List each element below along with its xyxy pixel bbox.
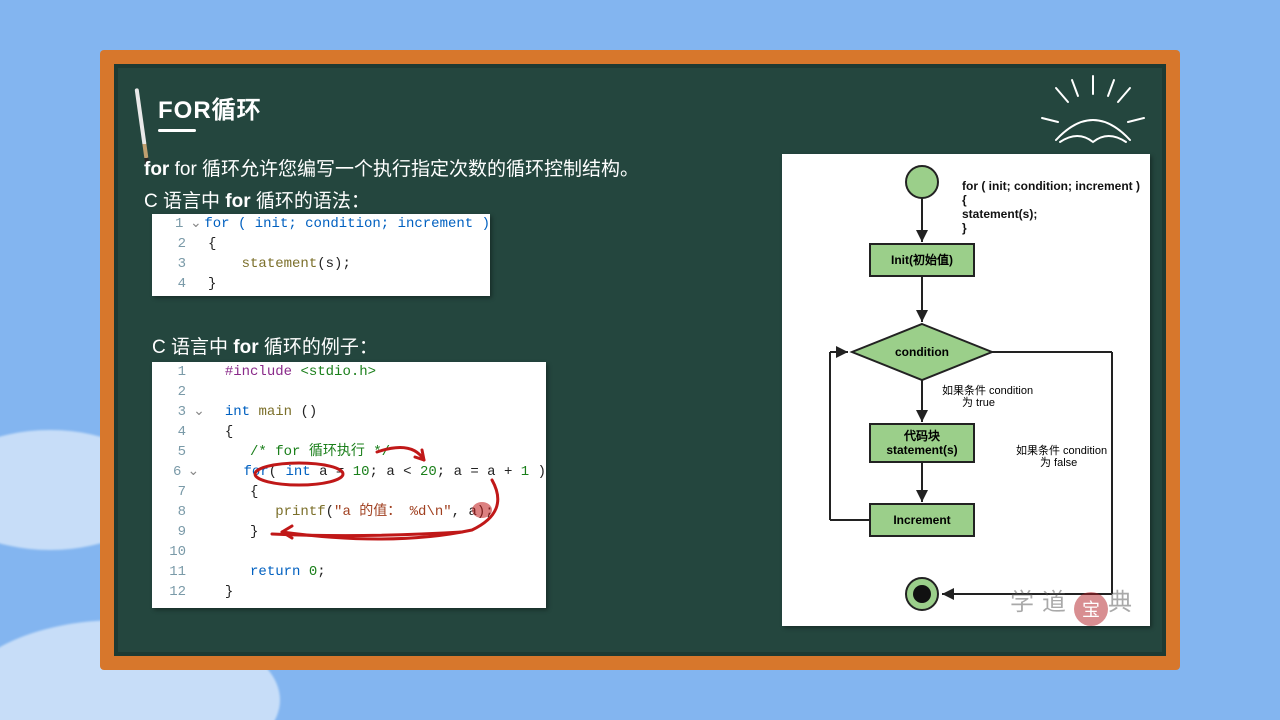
seal-icon: 宝 (1074, 592, 1108, 626)
description-text: for for 循环允许您编写一个执行指定次数的循环控制结构。 (144, 154, 639, 181)
svg-text:statement(s): statement(s) (886, 443, 957, 457)
flow-syntax: for ( init; condition; increment ) (962, 179, 1140, 193)
code-line: } (206, 274, 216, 294)
chalkboard: FOR循环 for for 循环允许您编写一个执行指定次数的循环控制结构。 C … (114, 64, 1166, 656)
flow-label-false: 如果条件 condition为 false (1016, 443, 1107, 469)
code-syntax-box: 1⌄for ( init; condition; increment ) 2{ … (152, 214, 490, 296)
code-line: { (206, 234, 216, 254)
slide-frame: FOR循环 for for 循环允许您编写一个执行指定次数的循环控制结构。 C … (100, 50, 1180, 670)
svg-text:代码块: 代码块 (903, 428, 941, 443)
flow-node-init: Init(初始值) (891, 252, 953, 267)
code-line: for ( init; condition; increment ) (204, 216, 490, 232)
description-body: for 循环允许您编写一个执行指定次数的循环控制结构。 (175, 159, 639, 180)
flow-label-true: 如果条件 condition为 true (942, 383, 1033, 409)
svg-text:{: { (962, 193, 967, 207)
page-title: FOR循环 (158, 90, 262, 132)
subtitle-syntax: C 语言中 for 循环的语法： (144, 186, 370, 213)
svg-text:}: } (962, 221, 967, 235)
flow-node-increment: Increment (893, 513, 950, 527)
code-example-box: 1 #include <stdio.h> 2 3⌄ int main () 4 … (152, 362, 546, 608)
watermark-logo: 学道宝典 (1010, 582, 1140, 626)
sun-doodle-icon (1038, 70, 1148, 160)
subtitle-example: C 语言中 for 循环的例子： (152, 332, 378, 359)
flow-node-condition: condition (895, 345, 949, 359)
svg-text:statement(s);: statement(s); (962, 207, 1037, 221)
flowchart-panel: for ( init; condition; increment ) { sta… (782, 154, 1150, 626)
